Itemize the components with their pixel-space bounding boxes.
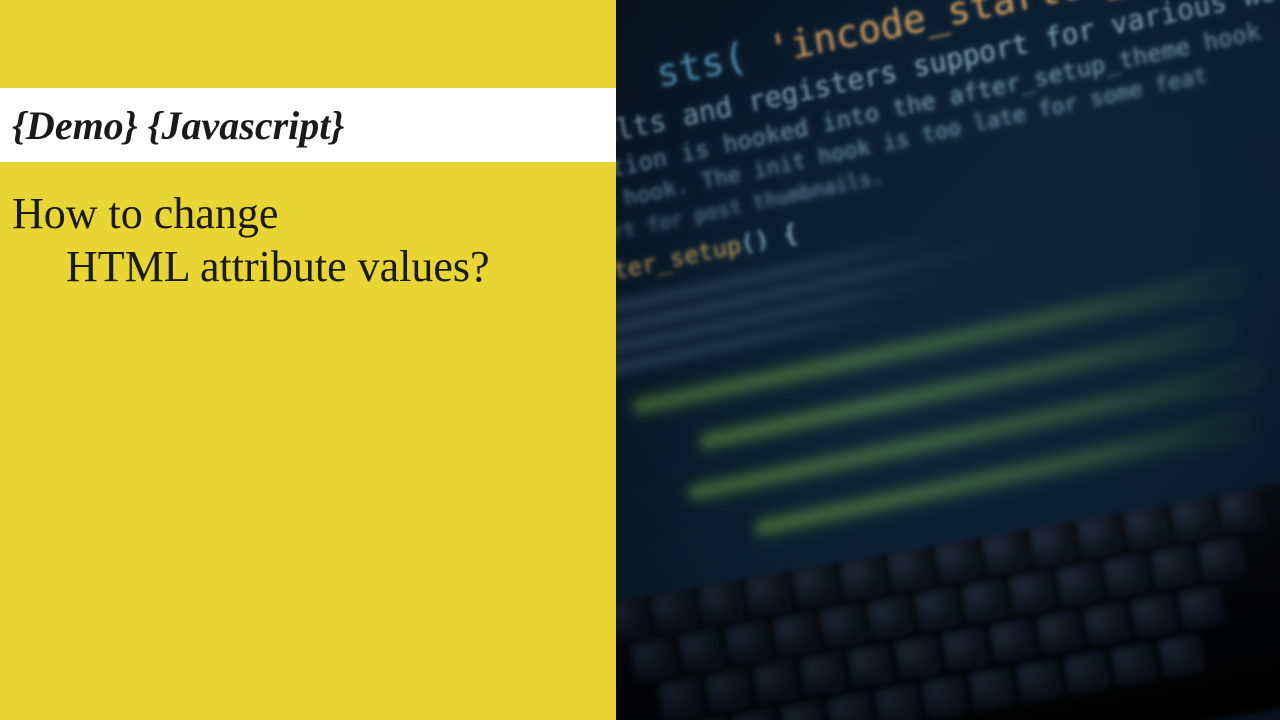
title-line-2: HTML attribute values? — [12, 241, 490, 294]
title-block: How to change HTML attribute values? — [12, 188, 490, 294]
left-panel: {Demo} {Javascript} How to change HTML a… — [0, 0, 616, 720]
right-panel: sts( 'incode_starter_setup' ) ) ; faults… — [616, 0, 1280, 720]
header-band: {Demo} {Javascript} — [0, 88, 640, 162]
header-badge: {Demo} {Javascript} — [12, 102, 344, 149]
title-line-1: How to change — [12, 188, 490, 241]
